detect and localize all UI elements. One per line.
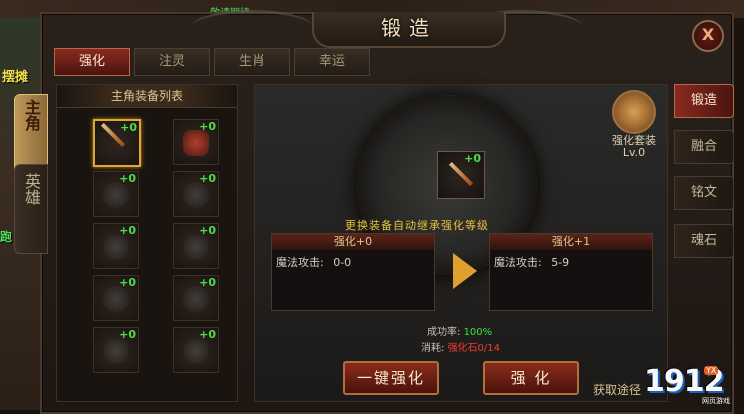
upgrade-arrow-icon [453, 253, 477, 289]
dragon-ornament-left [192, 10, 312, 43]
tab-soulstone[interactable]: 魂石 [674, 224, 734, 258]
obtain-method-link[interactable]: 获取途径 [593, 381, 641, 398]
slot-plus-level: +0 [119, 172, 136, 185]
equipment-list-panel: 主角装备列表 +0 +0 +0 +0 +0 +0 +0 +0 +0 +0 [56, 84, 238, 402]
equip-slot-bracelet-right[interactable]: +0 [173, 223, 219, 269]
bracelet-icon [103, 234, 129, 260]
helmet-icon [103, 182, 129, 208]
equip-slot-boots[interactable]: +0 [173, 327, 219, 373]
ring-icon [183, 286, 209, 312]
enhance-set-level: Lv.0 [622, 146, 646, 159]
tab-fusion[interactable]: 融合 [674, 130, 734, 164]
equip-slot-weapon[interactable]: +0 [93, 119, 141, 167]
tab-inscription[interactable]: 铭文 [674, 176, 734, 210]
next-level-header: 强化+1 [490, 234, 652, 250]
world-stall-banner: 摆摊 [2, 70, 29, 85]
slot-plus-level: +0 [119, 328, 136, 341]
close-button[interactable]: X [692, 20, 724, 52]
forge-window: 锻造 X 强化 注灵 生肖 幸运 主角 英雄 主角装备列表 +0 +0 +0 +… [14, 10, 734, 414]
slot-plus-level: +0 [199, 224, 216, 237]
current-level-header: 强化+0 [272, 234, 434, 250]
ring-icon [103, 286, 129, 312]
site-logo-badge: YX [704, 366, 719, 375]
forge-target-slot[interactable]: +0 [437, 151, 485, 199]
enhance-set-icon[interactable] [612, 90, 656, 134]
boots-icon [183, 338, 209, 364]
forge-target-plus: +0 [464, 152, 481, 165]
equip-slot-helmet[interactable]: +0 [93, 171, 139, 217]
tab-luck[interactable]: 幸运 [294, 48, 370, 76]
slot-plus-level: +0 [199, 328, 216, 341]
slot-plus-level: +0 [119, 224, 136, 237]
success-rate: 成功率: 100% [427, 323, 492, 338]
equip-slot-belt[interactable]: +0 [93, 327, 139, 373]
slot-plus-level: +0 [199, 120, 216, 133]
world-player-banner: 跑 [0, 230, 13, 244]
tab-infuse[interactable]: 注灵 [134, 48, 210, 76]
tab-enhance[interactable]: 强化 [54, 48, 130, 76]
stat-value: 5-9 [551, 256, 570, 269]
next-stats-box: 强化+1 魔法攻击: 5-9 [489, 233, 653, 311]
tab-forge[interactable]: 锻造 [674, 84, 734, 118]
forge-subtabs: 强化 注灵 生肖 幸运 [54, 48, 370, 76]
cost-line: 消耗: 强化石0/14 [421, 339, 500, 354]
current-stat-line: 魔法攻击: 0-0 [272, 250, 434, 274]
armor-icon [183, 130, 209, 156]
slot-plus-level: +0 [119, 276, 136, 289]
slot-plus-level: +0 [199, 276, 216, 289]
equip-slot-armor[interactable]: +0 [173, 119, 219, 165]
slot-plus-level: +0 [199, 172, 216, 185]
close-icon: X [701, 25, 715, 44]
next-stat-line: 魔法攻击: 5-9 [490, 250, 652, 274]
current-stats-box: 强化+0 魔法攻击: 0-0 [271, 233, 435, 311]
inherit-notice: 更换装备自动继承强化等级 [345, 219, 489, 232]
success-rate-label: 成功率: [427, 327, 461, 338]
tab-hero[interactable]: 英雄 [14, 164, 48, 254]
tab-zodiac[interactable]: 生肖 [214, 48, 290, 76]
equipment-list-title: 主角装备列表 [57, 85, 237, 108]
equip-slot-ring-left[interactable]: +0 [93, 275, 139, 321]
necklace-icon [183, 182, 209, 208]
site-logo-subtitle: 网页游戏 [702, 397, 730, 405]
tab-hero-label: 英雄 [22, 173, 41, 205]
sword-icon [448, 161, 474, 187]
window-title: 锻造 [312, 12, 506, 48]
stat-label: 魔法攻击: [276, 256, 324, 269]
slot-plus-level: +0 [120, 121, 137, 134]
stat-value: 0-0 [333, 256, 352, 269]
stat-label: 魔法攻击: [494, 256, 542, 269]
tab-main-character-label: 主角 [22, 99, 41, 131]
equip-slot-necklace[interactable]: +0 [173, 171, 219, 217]
one-click-enhance-button[interactable]: 一键强化 [343, 361, 439, 395]
success-rate-value: 100% [463, 327, 493, 338]
bracelet-icon [183, 234, 209, 260]
equip-slot-bracelet-left[interactable]: +0 [93, 223, 139, 269]
cost-label: 消耗: [421, 343, 445, 354]
enhance-button[interactable]: 强 化 [483, 361, 579, 395]
equip-slot-ring-right[interactable]: +0 [173, 275, 219, 321]
cost-value: 强化石0/14 [447, 343, 501, 354]
belt-icon [103, 338, 129, 364]
